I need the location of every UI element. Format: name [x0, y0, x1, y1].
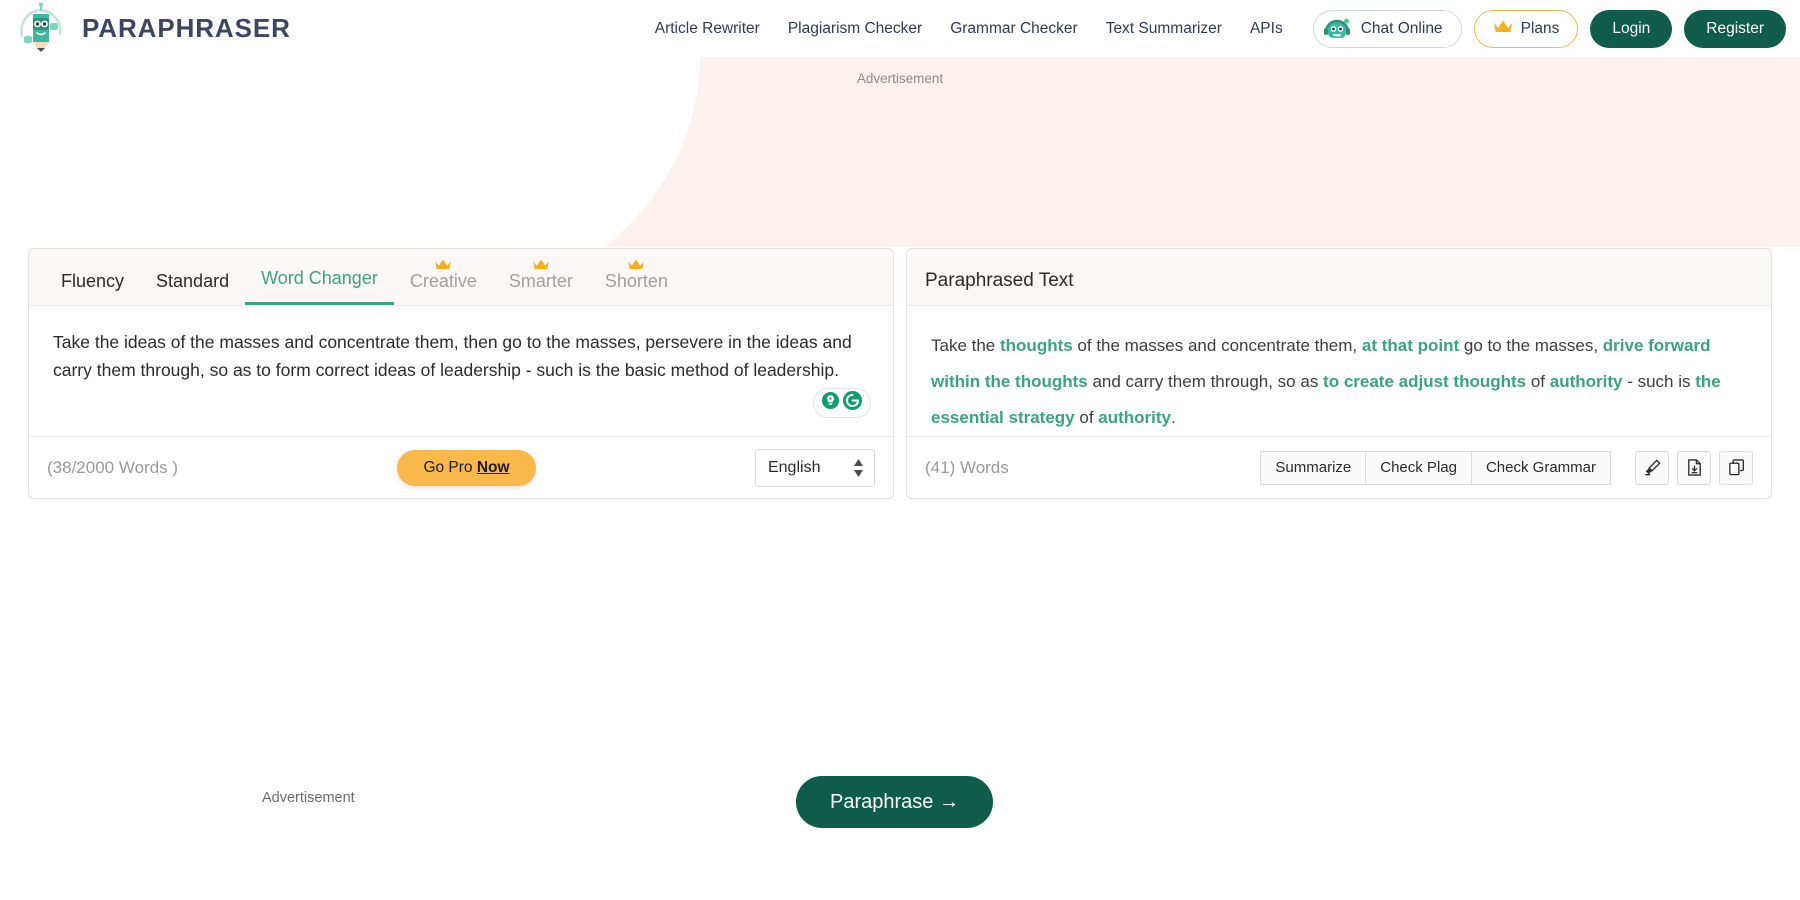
- summarize-button[interactable]: Summarize: [1260, 450, 1367, 485]
- output-panel: Paraphrased Text Take the thoughts of th…: [906, 248, 1772, 499]
- download-document-icon[interactable]: [1677, 450, 1711, 485]
- grammarly-widget[interactable]: [813, 388, 871, 418]
- seg-highlight: to create adjust thoughts: [1323, 372, 1527, 391]
- language-value: English: [767, 458, 821, 476]
- register-button[interactable]: Register: [1684, 9, 1786, 48]
- seg-highlight: authority: [1098, 408, 1171, 427]
- app-root: PARAPHRASER Article Rewriter Plagiarism …: [0, 0, 1800, 900]
- top-advertisement-label: Advertisement: [856, 71, 944, 86]
- lightbulb-icon: [821, 391, 840, 415]
- output-icon-buttons: [1635, 450, 1753, 485]
- output-text-area[interactable]: Take the thoughts of the masses and conc…: [907, 306, 1771, 436]
- plans-label: Plans: [1520, 19, 1560, 37]
- main-navigation: Article Rewriter Plagiarism Checker Gram…: [641, 9, 1786, 48]
- robot-pencil-logo: [14, 2, 68, 56]
- crown-icon: [532, 255, 549, 270]
- source-footer: (38/2000 Words ) Go Pro Now English: [29, 436, 893, 498]
- plans-button[interactable]: Plans: [1473, 9, 1579, 48]
- crown-icon: [1493, 19, 1513, 39]
- output-footer: (41) Words Summarize Check Plag Check Gr…: [907, 436, 1771, 498]
- chat-online-label: Chat Online: [1360, 19, 1443, 37]
- output-action-buttons: Summarize Check Plag Check Grammar: [1260, 450, 1611, 485]
- crown-icon: [435, 255, 452, 270]
- robot-headset-icon: [1322, 14, 1352, 44]
- source-textarea[interactable]: Take the ideas of the masses and concent…: [29, 306, 893, 436]
- tab-creative-label: Creative: [409, 271, 477, 291]
- output-title: Paraphrased Text: [925, 270, 1074, 291]
- seg-highlight: at that point: [1361, 336, 1460, 355]
- go-pro-now-label: Now: [476, 458, 510, 476]
- tab-fluency[interactable]: Fluency: [45, 271, 140, 305]
- mode-tabbar: Fluency Standard Word Changer Creative S…: [29, 249, 893, 306]
- check-plag-button[interactable]: Check Plag: [1365, 450, 1472, 485]
- paraphrase-button[interactable]: Paraphrase →: [796, 776, 993, 828]
- seg: of: [1074, 408, 1099, 427]
- brand[interactable]: PARAPHRASER: [14, 2, 291, 56]
- nav-grammar-checker[interactable]: Grammar Checker: [936, 20, 1091, 38]
- go-pro-label: Go Pro: [423, 458, 477, 476]
- highlighter-icon[interactable]: [1635, 450, 1669, 485]
- tab-standard[interactable]: Standard: [140, 271, 245, 305]
- language-select[interactable]: English: [754, 448, 875, 487]
- nav-text-summarizer[interactable]: Text Summarizer: [1092, 20, 1236, 38]
- source-text: Take the ideas of the masses and concent…: [53, 332, 852, 380]
- tab-shorten-label: Shorten: [604, 271, 668, 291]
- seg: go to the masses,: [1459, 336, 1603, 355]
- seg-highlight: thoughts: [1000, 336, 1073, 355]
- crown-icon: [628, 255, 645, 270]
- paraphrased-text: Take the thoughts of the masses and conc…: [931, 328, 1747, 436]
- output-word-count: (41) Words: [925, 457, 1009, 477]
- seg: - such is: [1622, 372, 1696, 391]
- tab-smarter[interactable]: Smarter: [493, 259, 589, 305]
- chat-online-button[interactable]: Chat Online: [1312, 9, 1462, 48]
- seg: of: [1526, 372, 1550, 391]
- seg: and carry them through, so as: [1087, 372, 1324, 391]
- nav-apis[interactable]: APIs: [1236, 20, 1297, 38]
- tab-creative[interactable]: Creative: [394, 259, 493, 305]
- top-header: PARAPHRASER Article Rewriter Plagiarism …: [0, 0, 1800, 57]
- source-panel: Fluency Standard Word Changer Creative S…: [28, 248, 894, 499]
- go-pro-button[interactable]: Go Pro Now: [397, 449, 536, 486]
- seg: Take the: [931, 336, 1000, 355]
- seg: .: [1171, 408, 1176, 427]
- seg: of the masses and concentrate them,: [1072, 336, 1362, 355]
- bottom-advertisement-label: Advertisement: [262, 790, 355, 806]
- source-word-count: (38/2000 Words ): [47, 457, 179, 477]
- output-header: Paraphrased Text: [907, 249, 1771, 306]
- editor-workspace: Fluency Standard Word Changer Creative S…: [28, 248, 1772, 499]
- mode-tabs: Fluency Standard Word Changer Creative S…: [45, 249, 684, 305]
- login-button[interactable]: Login: [1590, 9, 1673, 48]
- nav-article-rewriter[interactable]: Article Rewriter: [641, 20, 774, 38]
- copy-icon[interactable]: [1719, 450, 1753, 485]
- seg-highlight: authority: [1549, 372, 1623, 391]
- tab-word-changer[interactable]: Word Changer: [245, 268, 394, 305]
- tab-smarter-label: Smarter: [508, 271, 573, 291]
- nav-plagiarism-checker[interactable]: Plagiarism Checker: [774, 20, 936, 38]
- check-grammar-button[interactable]: Check Grammar: [1470, 450, 1611, 485]
- stepper-arrows-icon: [853, 458, 864, 477]
- brand-title: PARAPHRASER: [82, 13, 291, 43]
- tab-shorten[interactable]: Shorten: [589, 259, 684, 305]
- grammarly-refresh-icon: [842, 390, 863, 416]
